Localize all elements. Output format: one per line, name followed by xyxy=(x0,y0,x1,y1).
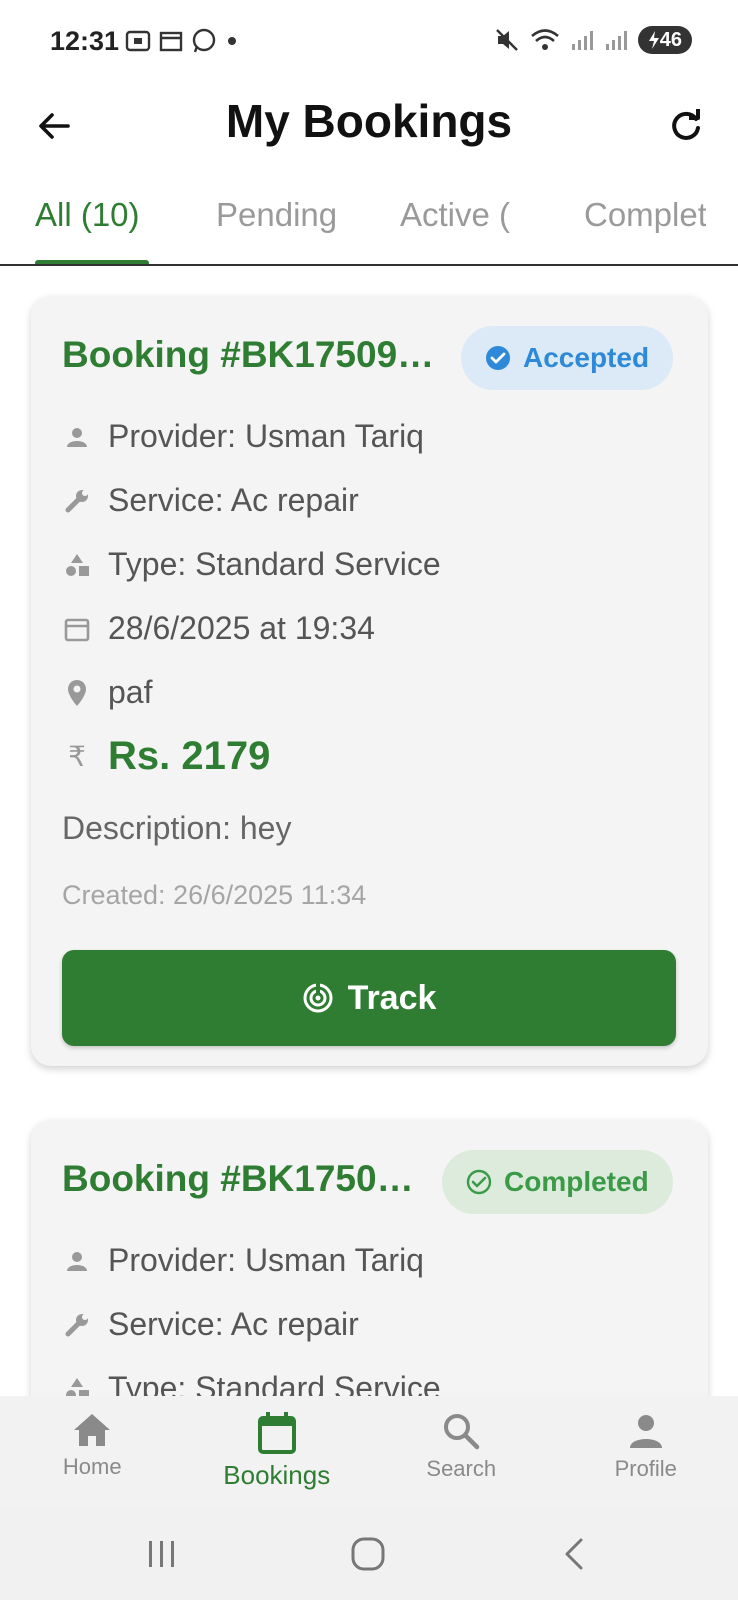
nav-profile-label: Profile xyxy=(614,1456,677,1481)
status-badge: Completed xyxy=(442,1150,673,1214)
tab-pending[interactable]: Pending xyxy=(216,196,338,234)
booking-tabs: All (10) Pending Active ( Completed xyxy=(0,180,738,266)
bottom-navigation: Home Bookings Search Profile xyxy=(0,1396,738,1508)
type-text: Type: Standard Service xyxy=(108,1370,441,1396)
service-text: Service: Ac repair xyxy=(108,482,359,518)
service-row: Service: Ac repair xyxy=(62,482,359,519)
person-icon xyxy=(629,1415,662,1448)
home-icon xyxy=(74,1414,111,1446)
calendar-icon xyxy=(62,614,92,644)
type-text: Type: Standard Service xyxy=(108,546,441,582)
nav-profile[interactable]: Profile xyxy=(554,1396,738,1508)
recent-apps-icon xyxy=(149,1541,174,1567)
tab-completed[interactable]: Completed xyxy=(584,196,706,234)
datetime-text: 28/6/2025 at 19:34 xyxy=(108,610,375,646)
provider-text: Provider: Usman Tariq xyxy=(108,418,424,454)
tab-all[interactable]: All (10) xyxy=(35,196,165,234)
booking-card[interactable]: Booking #BK1750… Completed Provider: Usm… xyxy=(31,1120,708,1396)
booking-title: Booking #BK17509… xyxy=(62,334,435,375)
provider-row: Provider: Usman Tariq xyxy=(62,1242,424,1279)
person-icon xyxy=(62,1246,92,1276)
wrench-icon xyxy=(62,1310,92,1340)
mute-icon xyxy=(495,29,518,51)
whatsapp-icon xyxy=(192,28,216,53)
status-bar: 12:31 46 xyxy=(0,0,738,84)
nav-search-label: Search xyxy=(426,1456,497,1481)
person-icon xyxy=(62,422,92,452)
charging-icon xyxy=(648,31,659,49)
type-row: Type: Standard Service xyxy=(62,1370,441,1396)
datetime-row: 28/6/2025 at 19:34 xyxy=(62,610,375,647)
refresh-icon xyxy=(672,109,700,140)
notification-icons xyxy=(125,28,239,54)
track-button[interactable]: Track xyxy=(62,950,676,1046)
system-navigation-bar xyxy=(0,1508,738,1600)
booking-card[interactable]: Booking #BK17509… Accepted Provider: Usm… xyxy=(31,296,708,1066)
description-text: Description: hey xyxy=(62,810,292,846)
location-row: paf xyxy=(62,674,152,711)
battery-indicator: 46 xyxy=(637,26,692,54)
track-label: Track xyxy=(347,978,437,1017)
status-badge: Accepted xyxy=(461,326,674,390)
check-circle-icon xyxy=(486,346,510,370)
location-text: paf xyxy=(108,674,153,710)
screenshot-icon xyxy=(125,30,151,52)
recent-apps-button[interactable] xyxy=(132,1530,192,1578)
page-title: My Bookings xyxy=(225,95,513,147)
price-text: Rs. 2179 xyxy=(108,734,271,778)
service-row: Service: Ac repair xyxy=(62,1306,359,1343)
type-row: Type: Standard Service xyxy=(62,546,441,583)
nav-home-label: Home xyxy=(62,1454,122,1479)
home-circle-icon xyxy=(351,1537,385,1571)
calendar-notification-icon xyxy=(159,31,183,52)
chevron-left-icon xyxy=(565,1538,583,1570)
status-label: Completed xyxy=(504,1166,649,1197)
signal-icon xyxy=(571,31,593,50)
radar-icon xyxy=(303,982,333,1013)
service-text: Service: Ac repair xyxy=(108,1306,359,1342)
search-icon xyxy=(444,1414,480,1450)
tab-active[interactable]: Active ( xyxy=(400,196,520,234)
status-label: Accepted xyxy=(523,342,650,373)
wifi-icon xyxy=(530,29,559,50)
back-system-button[interactable] xyxy=(544,1530,604,1578)
nav-bookings-label: Bookings xyxy=(223,1460,331,1490)
app-bar: My Bookings xyxy=(0,84,738,180)
system-status-icons: 46 xyxy=(494,26,692,54)
rupee-icon: ₹ xyxy=(68,741,86,772)
tab-indicator xyxy=(35,260,149,264)
booking-title: Booking #BK1750… xyxy=(62,1158,414,1199)
category-icon xyxy=(62,1374,92,1396)
nav-home[interactable]: Home xyxy=(0,1396,185,1508)
home-system-button[interactable] xyxy=(338,1530,398,1578)
refresh-button[interactable] xyxy=(662,102,710,150)
category-icon xyxy=(62,550,92,580)
created-text: Created: 26/6/2025 11:34 xyxy=(62,880,367,910)
battery-level: 46 xyxy=(659,28,682,51)
price-row: ₹ Rs. 2179 xyxy=(62,734,270,779)
dot-icon xyxy=(228,37,236,45)
signal-icon-2 xyxy=(605,31,627,50)
bookings-list: Booking #BK17509… Accepted Provider: Usm… xyxy=(0,268,738,1396)
provider-row: Provider: Usman Tariq xyxy=(62,418,424,455)
check-circle-outline-icon xyxy=(466,1169,492,1195)
calendar-icon xyxy=(257,1412,296,1454)
nav-search[interactable]: Search xyxy=(369,1396,554,1508)
nav-bookings[interactable]: Bookings xyxy=(185,1396,370,1508)
location-pin-icon xyxy=(62,678,92,708)
provider-text: Provider: Usman Tariq xyxy=(108,1242,424,1278)
status-time: 12:31 xyxy=(50,26,120,56)
wrench-icon xyxy=(62,486,92,516)
